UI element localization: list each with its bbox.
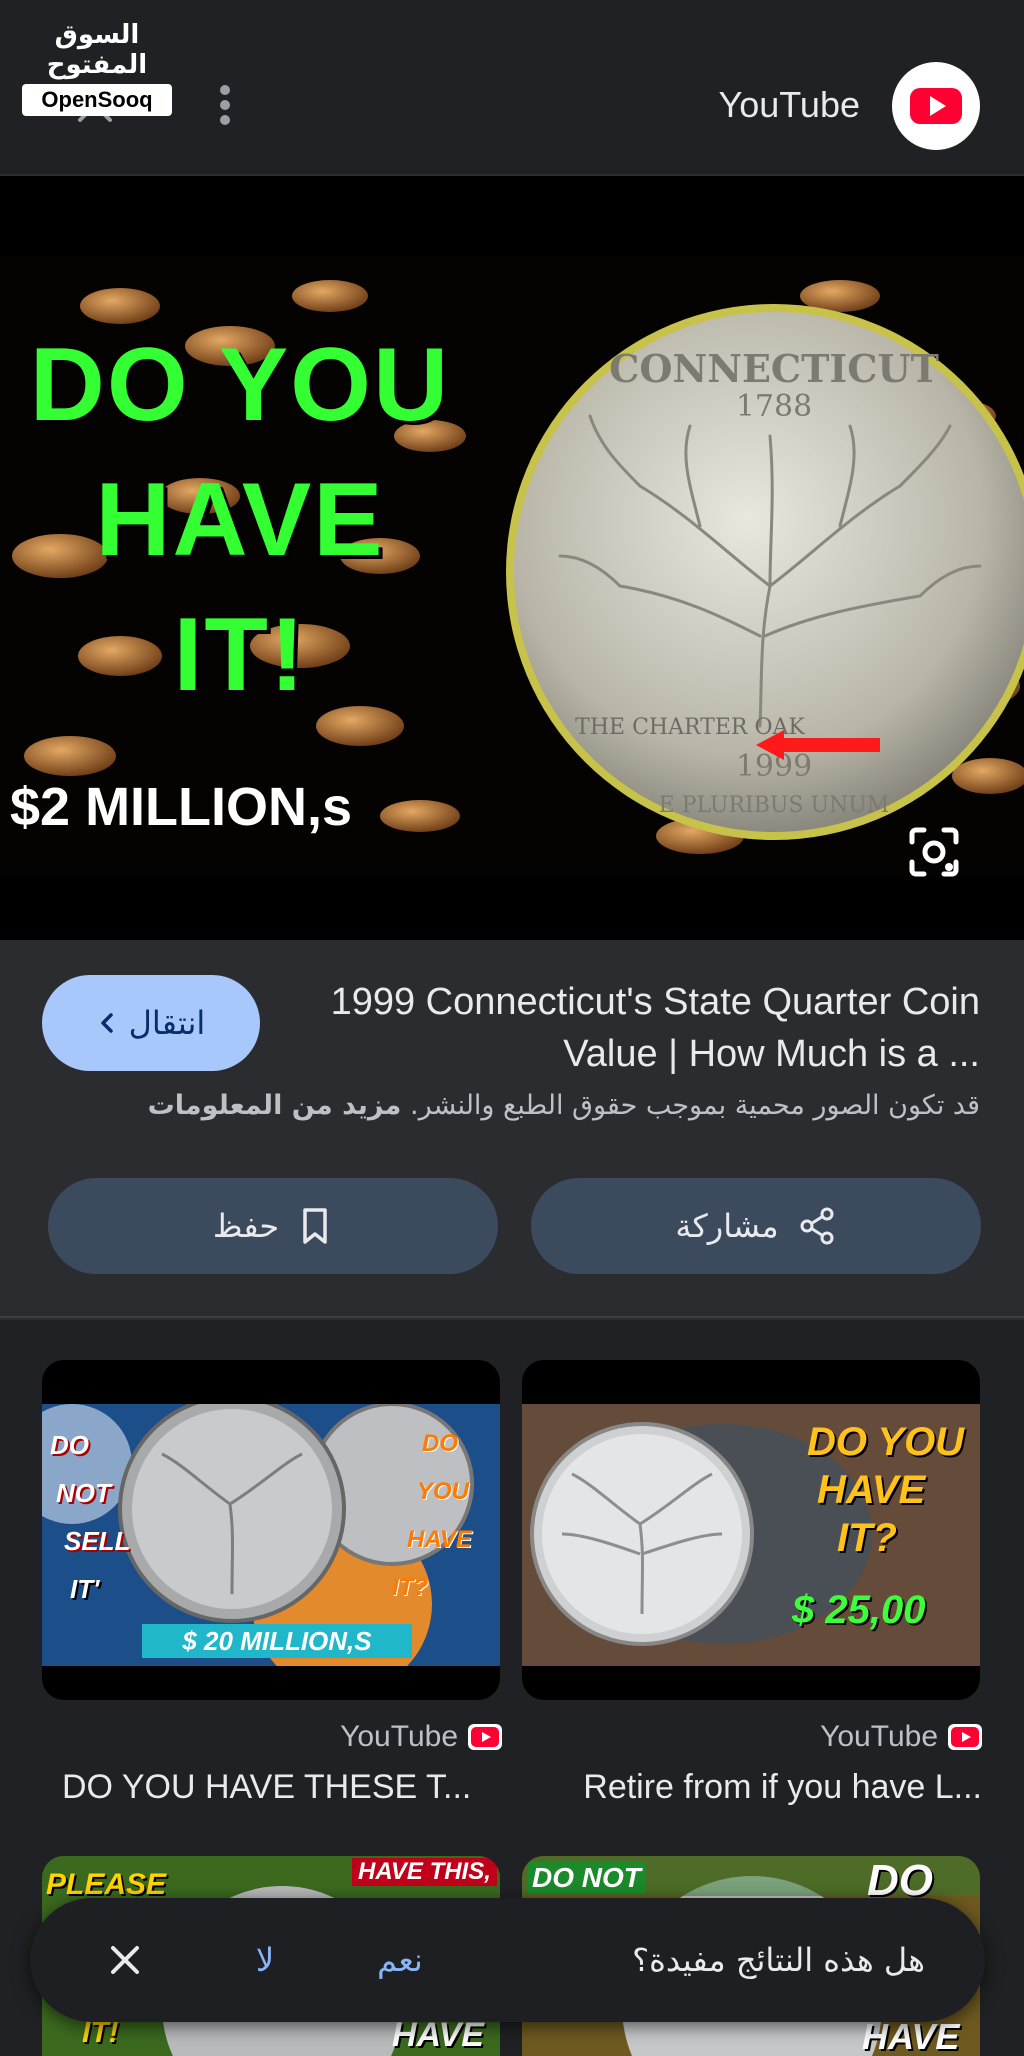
opensooq-watermark: السوق المفتوح OpenSooq (22, 20, 172, 116)
top-bar: السوق المفتوح OpenSooq YouTube (0, 0, 1024, 176)
watermark-english: OpenSooq (22, 84, 172, 116)
share-label: مشاركة (675, 1207, 779, 1245)
source-label: YouTube (340, 1720, 458, 1753)
thumb-text: IT? (837, 1516, 897, 1560)
svg-text:CONNECTICUT: CONNECTICUT (609, 346, 939, 391)
hero-text-line2: HAVE (95, 462, 385, 578)
related-source-2: YouTube (280, 1720, 502, 1754)
watermark-arabic: السوق المفتوح (46, 20, 148, 80)
lens-icon (909, 827, 959, 877)
thumb-text: PLEASE (46, 1868, 167, 1901)
save-button[interactable]: حفظ (48, 1178, 498, 1274)
result-title[interactable]: 1999 Connecticut's State Quarter Coin Va… (300, 976, 980, 1080)
related-result-card-1[interactable]: DO YOU HAVE IT? $ 25,00 (522, 1360, 980, 1700)
thumb-text: HAVE (407, 1526, 472, 1553)
hero-price-text: $2 MILLION,s (10, 777, 353, 837)
section-divider (0, 1316, 1024, 1318)
learn-more-link[interactable]: مزيد من المعلومات (148, 1090, 402, 1121)
save-label: حفظ (212, 1207, 280, 1245)
thumb-text: $ 25,00 (792, 1588, 926, 1632)
thumb-text: IT' (70, 1574, 100, 1604)
more-vert-icon (220, 85, 230, 125)
thumb-text: IT? (392, 1574, 428, 1601)
youtube-icon (910, 88, 962, 124)
visit-label: انتقال (128, 1004, 206, 1042)
bookmark-icon (303, 1208, 327, 1244)
visit-button[interactable]: انتقال (42, 975, 260, 1071)
thumb-text: $ 20 MILLION,S (142, 1624, 412, 1658)
result-info-panel: انتقال 1999 Connecticut's State Quarter … (0, 940, 1024, 1320)
youtube-icon (948, 1724, 982, 1750)
copyright-text: قد تكون الصور محمية بموجب حقوق الطبع وال… (409, 1090, 980, 1121)
thumb-text: DO NOT (528, 1862, 645, 1894)
thumb-text: HAVE THIS, (352, 1858, 497, 1886)
feedback-bar: لا نعم هل هذه النتائج مفيدة؟ (30, 1898, 985, 2022)
more-options-button[interactable] (210, 80, 240, 130)
google-lens-button[interactable] (904, 822, 964, 882)
chevron-left-icon (100, 1013, 113, 1033)
thumb-text: YOU (417, 1478, 470, 1505)
thumb-text: DO YOU (807, 1420, 965, 1464)
share-icon (800, 1207, 834, 1245)
thumb-text: NOT (56, 1478, 111, 1508)
related-caption-2[interactable]: DO YOU HAVE THESE T... (62, 1768, 482, 1807)
hero-text-line1: DO YOU (29, 327, 451, 443)
source-label: YouTube (820, 1720, 938, 1753)
hero-text-line3: IT! (173, 597, 307, 713)
svg-text:1788: 1788 (736, 389, 812, 424)
feedback-question: هل هذه النتائج مفيدة؟ (632, 1941, 925, 1979)
share-button[interactable]: مشاركة (531, 1178, 981, 1274)
svg-text:THE CHARTER OAK: THE CHARTER OAK (575, 715, 805, 740)
thumb-text: HAVE (817, 1468, 926, 1512)
copyright-notice: قد تكون الصور محمية بموجب حقوق الطبع وال… (40, 1090, 980, 1121)
svg-text:E PLURIBUS UNUM: E PLURIBUS UNUM (659, 793, 890, 818)
youtube-logo[interactable] (892, 62, 980, 150)
related-result-card-2[interactable]: DO NOT SELL IT' $ 20 MILLION,S DO YOU HA… (42, 1360, 500, 1700)
feedback-close-button[interactable] (100, 1935, 150, 1985)
feedback-yes-button[interactable]: نعم (350, 1925, 450, 1995)
related-source-1: YouTube (760, 1720, 982, 1754)
source-title: YouTube (718, 84, 860, 125)
feedback-no-button[interactable]: لا (230, 1925, 300, 1995)
thumb-text: SELL (64, 1526, 131, 1556)
preview-image[interactable]: CONNECTICUT 1788 THE CHARTER OAK 1999 E … (0, 176, 1024, 940)
related-caption-1[interactable]: Retire from if you have L... (522, 1768, 982, 1807)
thumb-text: DO (50, 1430, 89, 1460)
youtube-icon (468, 1724, 502, 1750)
close-icon (111, 1946, 139, 1974)
thumb-text: DO (422, 1430, 458, 1457)
thumb-text: HAVE (862, 2016, 960, 2056)
